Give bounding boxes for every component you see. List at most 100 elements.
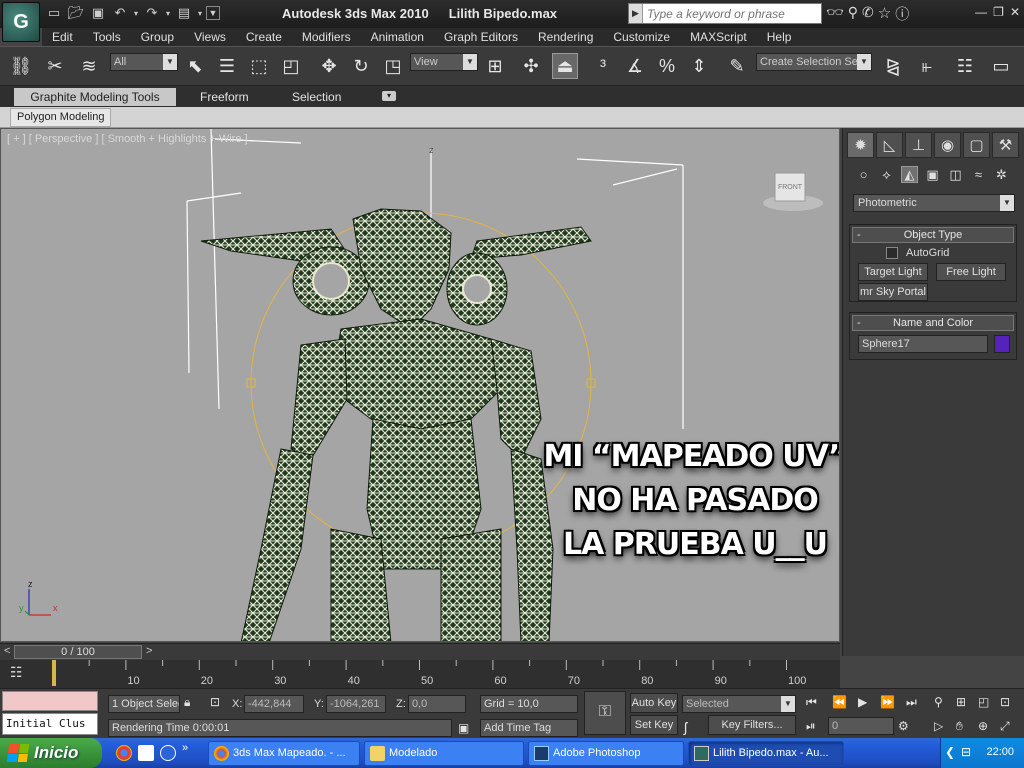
- systems-icon[interactable]: ✲: [993, 166, 1010, 183]
- maxscript-mini-listener-pink[interactable]: [2, 691, 98, 711]
- menu-create[interactable]: Create: [236, 30, 292, 44]
- select-and-scale-icon[interactable]: ◳: [380, 53, 406, 79]
- menu-maxscript[interactable]: MAXScript: [680, 30, 757, 44]
- search-expand-icon[interactable]: ▶: [629, 4, 643, 23]
- tab-graphite-modeling-tools[interactable]: Graphite Modeling Tools: [14, 88, 176, 106]
- clock[interactable]: 22:00: [986, 746, 1014, 758]
- trackbar[interactable]: ☷ 10 20 30 40 50 60 70 80 90 100: [0, 660, 840, 688]
- y-coordinate-field[interactable]: -1064,261: [326, 695, 386, 713]
- character-mesh[interactable]: [200, 208, 592, 642]
- undo-dropdown-icon[interactable]: ▾: [132, 3, 140, 23]
- snaps-toggle-icon[interactable]: ³: [590, 53, 616, 79]
- selection-filter-dropdown[interactable]: All ▼: [110, 53, 178, 71]
- window-crossing-icon[interactable]: ◰: [278, 53, 304, 79]
- key-mode-toggle-icon[interactable]: ⏯: [806, 719, 816, 734]
- select-object-icon[interactable]: ⬉: [182, 53, 208, 79]
- minimize-icon[interactable]: —: [975, 5, 987, 19]
- menu-tools[interactable]: Tools: [83, 30, 131, 44]
- lights-icon[interactable]: ◭: [901, 166, 918, 183]
- communication-icon[interactable]: ✆: [862, 4, 874, 24]
- set-key-button[interactable]: Set Key: [630, 715, 678, 735]
- modify-tab-icon[interactable]: ◺: [876, 132, 903, 158]
- object-name-field[interactable]: Sphere17: [858, 335, 988, 353]
- pan-view-icon[interactable]: ✋︎: [956, 719, 963, 734]
- taskbar-window-3dsmax[interactable]: Lilith Bipedo.max - Au...: [688, 741, 844, 766]
- orbit-icon[interactable]: ⊕: [978, 719, 988, 733]
- autogrid-checkbox[interactable]: [886, 247, 898, 259]
- qa-dropdown-icon[interactable]: ▾: [196, 3, 204, 23]
- time-slider-thumb[interactable]: 0 / 100: [14, 645, 142, 659]
- menu-graph-editors[interactable]: Graph Editors: [434, 30, 528, 44]
- tray-expand-icon[interactable]: ❮: [945, 745, 955, 759]
- maxscript-listener-field[interactable]: Initial Clus: [2, 713, 98, 735]
- application-button-icon[interactable]: G: [2, 2, 40, 42]
- explorer-quicklaunch-icon[interactable]: [138, 745, 154, 761]
- taskbar-window-folder[interactable]: Modelado: [364, 741, 524, 766]
- object-color-swatch[interactable]: [994, 335, 1010, 353]
- z-coordinate-field[interactable]: 0,0: [408, 695, 466, 713]
- menu-edit[interactable]: Edit: [42, 30, 83, 44]
- auto-key-button[interactable]: Auto Key: [630, 693, 678, 713]
- unlink-selection-icon[interactable]: ✂: [42, 53, 68, 79]
- select-and-move-icon[interactable]: ✥: [316, 53, 342, 79]
- time-tag-icon[interactable]: ▣: [458, 721, 469, 735]
- media-quicklaunch-icon[interactable]: [160, 745, 176, 761]
- binoculars-icon[interactable]: 👓︎: [826, 4, 844, 24]
- add-time-tag[interactable]: Add Time Tag: [480, 719, 578, 737]
- rectangular-selection-icon[interactable]: ⬚: [246, 53, 272, 79]
- pivot-center-icon[interactable]: ⊞: [482, 53, 508, 79]
- menu-views[interactable]: Views: [184, 30, 236, 44]
- taskbar-window-photoshop[interactable]: Adobe Photoshop: [528, 741, 684, 766]
- absolute-mode-icon[interactable]: ⊡: [210, 695, 220, 709]
- cameras-icon[interactable]: ▣: [924, 166, 941, 183]
- menu-help[interactable]: Help: [757, 30, 802, 44]
- align-icon[interactable]: ⫦: [914, 53, 940, 79]
- percent-snap-icon[interactable]: %: [654, 53, 680, 79]
- perspective-viewport[interactable]: z [+] [Perspective] [Smooth + Highl…: [0, 128, 840, 642]
- shapes-icon[interactable]: ⟡: [878, 166, 895, 183]
- new-file-icon[interactable]: ▭: [44, 3, 64, 23]
- geometry-icon[interactable]: ○: [855, 166, 872, 183]
- play-icon[interactable]: ▶: [858, 695, 867, 709]
- menu-customize[interactable]: Customize: [603, 30, 680, 44]
- menu-group[interactable]: Group: [131, 30, 184, 44]
- subscription-icon[interactable]: ⚲: [848, 4, 858, 24]
- space-warps-icon[interactable]: ≈: [970, 166, 987, 183]
- tab-freeform[interactable]: Freeform: [190, 88, 259, 106]
- spinner-snap-icon[interactable]: ⇕: [686, 53, 712, 79]
- graphite-toggle-icon[interactable]: ▭: [988, 53, 1014, 79]
- qa-customize-icon[interactable]: ▼: [206, 6, 220, 20]
- mr-sky-portal-button[interactable]: mr Sky Portal: [858, 283, 928, 301]
- ribbon-collapse-icon[interactable]: ▾: [382, 91, 396, 101]
- select-by-name-icon[interactable]: ☰: [214, 53, 240, 79]
- maximize-viewport-icon[interactable]: ⤢: [1000, 719, 1010, 734]
- restore-icon[interactable]: ❐: [993, 5, 1004, 19]
- utilities-tab-icon[interactable]: ⚒: [992, 132, 1019, 158]
- curve-editor-mini-icon[interactable]: ☷: [10, 664, 23, 681]
- motion-tab-icon[interactable]: ◉: [934, 132, 961, 158]
- viewcube[interactable]: FRONT: [761, 169, 825, 215]
- close-icon[interactable]: ✕: [1010, 5, 1020, 19]
- menu-rendering[interactable]: Rendering: [528, 30, 603, 44]
- viewport-label[interactable]: [ + ] [ Perspective ] [ Smooth + Highlig…: [7, 133, 248, 145]
- polygon-modeling-panel[interactable]: Polygon Modeling: [10, 108, 112, 127]
- zoom-extents-icon[interactable]: ◰: [978, 695, 989, 709]
- redo-dropdown-icon[interactable]: ▾: [164, 3, 172, 23]
- free-light-button[interactable]: Free Light: [936, 263, 1006, 281]
- current-frame-marker[interactable]: [52, 660, 56, 686]
- menu-modifiers[interactable]: Modifiers: [292, 30, 361, 44]
- zoom-all-icon[interactable]: ⊞: [956, 695, 966, 709]
- select-and-rotate-icon[interactable]: ↻: [348, 53, 374, 79]
- select-manipulate-icon[interactable]: ✣: [518, 53, 544, 79]
- favorites-star-icon[interactable]: ☆: [878, 4, 891, 24]
- mirror-icon[interactable]: ⧎: [880, 53, 906, 79]
- help-icon[interactable]: ⓘ: [895, 4, 909, 24]
- network-icon[interactable]: ⊟: [961, 745, 971, 759]
- tab-selection[interactable]: Selection: [282, 88, 351, 106]
- chrome-quicklaunch-icon[interactable]: [116, 745, 132, 761]
- selection-lock-icon[interactable]: 🔒︎: [184, 695, 190, 710]
- display-tab-icon[interactable]: ▢: [963, 132, 990, 158]
- save-file-icon[interactable]: ▣: [88, 3, 108, 23]
- open-file-icon[interactable]: 📂︎: [66, 3, 86, 23]
- light-type-dropdown[interactable]: Photometric ▼: [853, 194, 1015, 212]
